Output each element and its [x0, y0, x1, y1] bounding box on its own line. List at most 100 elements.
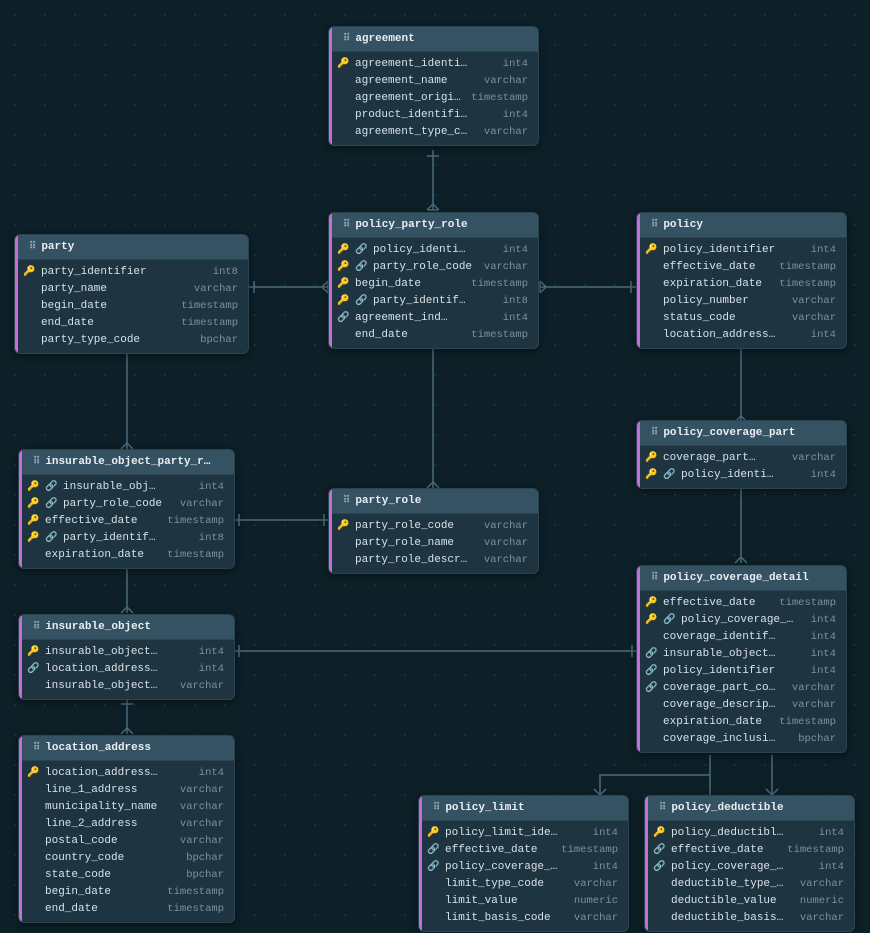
column-row[interactable]: 🔑effective_datetimestamp	[637, 595, 846, 612]
column-row[interactable]: product_identifi…int4	[329, 107, 538, 124]
column-row[interactable]: expiration_datetimestamp	[637, 276, 846, 293]
column-row[interactable]: 🔑🔗insurable_obj…int4	[19, 479, 234, 496]
entity-insurable-object[interactable]: ⠿ insurable_object 🔑insurable_object…int…	[18, 614, 235, 700]
column-row[interactable]: state_codebpchar	[19, 867, 234, 884]
entity-header[interactable]: ⠿ policy_deductible	[645, 796, 854, 821]
column-row[interactable]: 🔑🔗party_identif…int8	[19, 530, 234, 547]
column-row[interactable]: line_1_addressvarchar	[19, 782, 234, 799]
column-row[interactable]: 🔑party_role_codevarchar	[329, 518, 538, 535]
column-row[interactable]: end_datetimestamp	[15, 315, 248, 332]
column-row[interactable]: status_codevarchar	[637, 310, 846, 327]
column-row[interactable]: agreement_type_c…varchar	[329, 124, 538, 141]
column-row[interactable]: 🔑🔗policy_identi…int4	[329, 242, 538, 259]
column-row[interactable]: 🔑insurable_object…int4	[19, 644, 234, 661]
column-row[interactable]: 🔗policy_identifierint4	[637, 663, 846, 680]
column-row[interactable]: 🔗coverage_part_co…varchar	[637, 680, 846, 697]
column-name: deductible_value	[671, 894, 794, 909]
entity-policy-coverage-part[interactable]: ⠿ policy_coverage_part 🔑coverage_part…va…	[636, 420, 847, 489]
entity-header[interactable]: ⠿ policy_coverage_part	[637, 421, 846, 446]
grip-icon: ⠿	[29, 241, 35, 253]
column-row[interactable]: coverage_inclusi…bpchar	[637, 731, 846, 748]
column-row[interactable]: begin_datetimestamp	[15, 298, 248, 315]
entity-insurable-object-party-role[interactable]: ⠿ insurable_object_party_r… 🔑🔗insurable_…	[18, 449, 235, 569]
column-row[interactable]: deductible_basis…varchar	[645, 910, 854, 927]
column-row[interactable]: agreement_namevarchar	[329, 73, 538, 90]
column-row[interactable]: 🔗effective_datetimestamp	[419, 842, 628, 859]
column-row[interactable]: party_role_descr…varchar	[329, 552, 538, 569]
entity-header[interactable]: ⠿ policy_party_role	[329, 213, 538, 238]
entity-columns: 🔑agreement_identi…int4agreement_namevarc…	[329, 52, 538, 145]
entity-party-role[interactable]: ⠿ party_role 🔑party_role_codevarcharpart…	[328, 488, 539, 574]
entity-header[interactable]: ⠿ agreement	[329, 27, 538, 52]
column-type: timestamp	[561, 843, 618, 858]
entity-policy[interactable]: ⠿ policy 🔑policy_identifierint4effective…	[636, 212, 847, 349]
column-row[interactable]: insurable_object…varchar	[19, 678, 234, 695]
entity-header[interactable]: ⠿ policy	[637, 213, 846, 238]
column-row[interactable]: party_role_namevarchar	[329, 535, 538, 552]
column-row[interactable]: policy_numbervarchar	[637, 293, 846, 310]
column-type: varchar	[792, 451, 836, 466]
column-row[interactable]: 🔗agreement_ind…int4	[329, 310, 538, 327]
column-row[interactable]: begin_datetimestamp	[19, 884, 234, 901]
primary-key-icon: 🔑	[337, 519, 349, 534]
column-row[interactable]: municipality_namevarchar	[19, 799, 234, 816]
column-row[interactable]: expiration_datetimestamp	[637, 714, 846, 731]
column-row[interactable]: effective_datetimestamp	[637, 259, 846, 276]
column-row[interactable]: 🔑party_identifierint8	[15, 264, 248, 281]
column-row[interactable]: 🔑location_address…int4	[19, 765, 234, 782]
column-row[interactable]: 🔑🔗party_role_codevarchar	[19, 496, 234, 513]
entity-agreement[interactable]: ⠿ agreement 🔑agreement_identi…int4agreem…	[328, 26, 539, 146]
column-row[interactable]: end_datetimestamp	[19, 901, 234, 918]
column-row[interactable]: end_datetimestamp	[329, 327, 538, 344]
foreign-key-icon: 🔗	[27, 662, 39, 677]
column-row[interactable]: 🔑policy_deductibl…int4	[645, 825, 854, 842]
entity-location-address[interactable]: ⠿ location_address 🔑location_address…int…	[18, 735, 235, 923]
column-name: policy_identifier	[663, 664, 805, 679]
column-row[interactable]: 🔗policy_coverage_…int4	[419, 859, 628, 876]
column-row[interactable]: 🔑🔗party_role_codevarchar	[329, 259, 538, 276]
column-row[interactable]: coverage_descrip…varchar	[637, 697, 846, 714]
column-name: end_date	[355, 328, 465, 343]
column-row[interactable]: location_address…int4	[637, 327, 846, 344]
column-row[interactable]: party_namevarchar	[15, 281, 248, 298]
column-row[interactable]: 🔑🔗party_identif…int8	[329, 293, 538, 310]
column-row[interactable]: 🔑🔗policy_coverage_…int4	[637, 612, 846, 629]
entity-policy-deductible[interactable]: ⠿ policy_deductible 🔑policy_deductibl…in…	[644, 795, 855, 932]
column-row[interactable]: party_type_codebpchar	[15, 332, 248, 349]
entity-header[interactable]: ⠿ party	[15, 235, 248, 260]
column-row[interactable]: postal_codevarchar	[19, 833, 234, 850]
entity-header[interactable]: ⠿ policy_limit	[419, 796, 628, 821]
entity-header[interactable]: ⠿ policy_coverage_detail	[637, 566, 846, 591]
column-row[interactable]: country_codebpchar	[19, 850, 234, 867]
column-row[interactable]: 🔑agreement_identi…int4	[329, 56, 538, 73]
entity-header[interactable]: ⠿ location_address	[19, 736, 234, 761]
entity-policy-party-role[interactable]: ⠿ policy_party_role 🔑🔗policy_identi…int4…	[328, 212, 539, 349]
column-row[interactable]: deductible_type_…varchar	[645, 876, 854, 893]
column-row[interactable]: 🔑🔗policy_identi…int4	[637, 467, 846, 484]
column-row[interactable]: expiration_datetimestamp	[19, 547, 234, 564]
column-row[interactable]: limit_valuenumeric	[419, 893, 628, 910]
column-row[interactable]: deductible_valuenumeric	[645, 893, 854, 910]
column-row[interactable]: 🔗policy_coverage_…int4	[645, 859, 854, 876]
column-row[interactable]: 🔑effective_datetimestamp	[19, 513, 234, 530]
entity-header[interactable]: ⠿ insurable_object	[19, 615, 234, 640]
column-row[interactable]: limit_type_codevarchar	[419, 876, 628, 893]
primary-key-icon: 🔑	[645, 451, 657, 466]
column-row[interactable]: 🔗location_address…int4	[19, 661, 234, 678]
column-row[interactable]: 🔑coverage_part…varchar	[637, 450, 846, 467]
column-row[interactable]: line_2_addressvarchar	[19, 816, 234, 833]
entity-policy-coverage-detail[interactable]: ⠿ policy_coverage_detail 🔑effective_date…	[636, 565, 847, 753]
column-row[interactable]: 🔗insurable_object…int4	[637, 646, 846, 663]
column-row[interactable]: coverage_identif…int4	[637, 629, 846, 646]
column-row[interactable]: 🔑begin_datetimestamp	[329, 276, 538, 293]
foreign-key-icon: 🔗	[645, 681, 657, 696]
column-row[interactable]: limit_basis_codevarchar	[419, 910, 628, 927]
column-row[interactable]: 🔗effective_datetimestamp	[645, 842, 854, 859]
entity-header[interactable]: ⠿ party_role	[329, 489, 538, 514]
column-row[interactable]: agreement_origin…timestamp	[329, 90, 538, 107]
column-row[interactable]: 🔑policy_identifierint4	[637, 242, 846, 259]
entity-party[interactable]: ⠿ party 🔑party_identifierint8party_namev…	[14, 234, 249, 354]
entity-policy-limit[interactable]: ⠿ policy_limit 🔑policy_limit_ide…int4🔗ef…	[418, 795, 629, 932]
column-row[interactable]: 🔑policy_limit_ide…int4	[419, 825, 628, 842]
entity-header[interactable]: ⠿ insurable_object_party_r…	[19, 450, 234, 475]
